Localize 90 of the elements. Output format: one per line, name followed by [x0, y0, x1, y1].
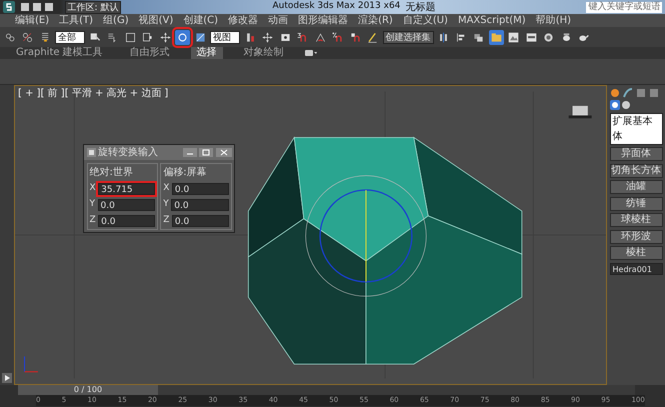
- command-button[interactable]: 异面体: [610, 147, 662, 161]
- command-button[interactable]: 切角长方体: [610, 164, 662, 178]
- axis-label: Y: [90, 198, 95, 211]
- menu-item[interactable]: 帮助(H): [536, 14, 572, 26]
- axis-label: Y: [163, 198, 169, 211]
- move-icon: [160, 32, 170, 42]
- panel-tabs-icon[interactable]: [610, 88, 660, 98]
- document-name: 无标题: [405, 0, 436, 14]
- command-button[interactable]: 纺锤: [610, 196, 662, 210]
- menu-item[interactable]: 创建(C): [183, 14, 218, 26]
- menu-item[interactable]: 渲染(R): [358, 14, 393, 26]
- maximize-icon[interactable]: [199, 148, 213, 157]
- play-icon[interactable]: [2, 372, 12, 382]
- spinner-field[interactable]: 0.0: [172, 214, 228, 227]
- link-icon: [4, 32, 16, 42]
- folder-icon: [490, 32, 502, 42]
- window-title: Autodesk 3ds Max 2013 x64: [272, 0, 400, 14]
- axis-label: Z: [163, 214, 170, 227]
- group-title: 偏移:屏幕: [163, 166, 208, 180]
- app-logo-icon: [2, 1, 14, 13]
- minimize-icon[interactable]: [182, 148, 196, 157]
- menu-item[interactable]: 修改器: [228, 14, 258, 26]
- rotate-icon: [177, 32, 188, 42]
- menu-item[interactable]: 编辑(E): [15, 14, 50, 26]
- menu-item[interactable]: 图形编辑器: [298, 14, 348, 26]
- toggle-icon[interactable]: [304, 49, 317, 57]
- spinner-field[interactable]: 0.0: [171, 198, 228, 211]
- dropdown[interactable]: 全部: [55, 30, 85, 44]
- dropdown[interactable]: 视图: [210, 30, 240, 44]
- selection-set-field[interactable]: 创建选择集: [382, 30, 434, 44]
- viewport-label[interactable]: [ + ][ 前 ][ 平滑 + 高光 + 边面 ]: [18, 86, 168, 101]
- list-cursor-icon: [107, 32, 118, 42]
- menu-item[interactable]: 工具(T): [59, 14, 94, 26]
- toolbar-button[interactable]: [260, 30, 275, 44]
- command-button[interactable]: 棱柱: [610, 246, 662, 260]
- mirror-icon: [438, 32, 449, 42]
- workspace-dropdown[interactable]: 工作区: 默认: [64, 0, 122, 14]
- layers-icon: [473, 32, 484, 42]
- toolbar-button[interactable]: [488, 30, 504, 44]
- manipulate-icon: [280, 32, 290, 42]
- spinner-field[interactable]: 35.715: [98, 182, 155, 195]
- viewcube-icon: [568, 106, 592, 118]
- menu-item[interactable]: 视图(V): [138, 14, 174, 26]
- move-icon: [262, 32, 273, 42]
- pivot-icon: [244, 32, 256, 42]
- axis-label: Z: [90, 214, 96, 227]
- axis-label: X: [163, 182, 170, 195]
- frame-counter[interactable]: 0 / 100: [18, 385, 158, 395]
- spinner-snap-icon: [350, 32, 360, 42]
- percent-snap-icon: [332, 32, 343, 42]
- spinner-field[interactable]: 0.0: [98, 198, 155, 211]
- axis-tripod-icon: [24, 356, 38, 372]
- close-icon[interactable]: [216, 148, 232, 157]
- toolbar-button[interactable]: [158, 30, 172, 44]
- spinner-field[interactable]: 0.0: [98, 214, 155, 227]
- command-button[interactable]: 环形波: [610, 230, 662, 244]
- teapot-icon: [560, 32, 572, 42]
- toolbar-button[interactable]: [175, 30, 190, 44]
- toolbar-button[interactable]: [506, 30, 521, 44]
- ribbon-tab[interactable]: 选择: [190, 47, 223, 59]
- snap-icon: [297, 32, 308, 42]
- material-editor-icon: [508, 32, 519, 42]
- cursor-icon: [90, 32, 100, 42]
- rectangle-icon: [124, 32, 136, 42]
- ribbon-tab[interactable]: Graphite 建模工具: [10, 47, 109, 59]
- align-icon: [456, 32, 466, 42]
- spring-icon: [40, 32, 50, 42]
- dialog-icon: [86, 148, 96, 157]
- broken-link-icon: [22, 32, 33, 42]
- command-button[interactable]: 油罐: [610, 180, 662, 194]
- menu-item[interactable]: 动画: [268, 14, 288, 26]
- menu-item[interactable]: 自定义(U): [402, 14, 448, 26]
- angle-snap-icon: [314, 32, 326, 42]
- window-icon: [142, 32, 153, 42]
- pencil-icon: [367, 32, 378, 42]
- category-dropdown[interactable]: 扩展基本体: [610, 112, 662, 144]
- group-title: 绝对:世界: [90, 166, 134, 180]
- ribbon-tab[interactable]: 对象绘制: [238, 47, 290, 59]
- menu-item[interactable]: 组(G): [103, 14, 129, 26]
- render-frame-icon: [543, 32, 554, 42]
- scale-icon: [194, 32, 206, 42]
- dialog-title: 旋转变换输入: [98, 146, 158, 160]
- menu-item[interactable]: MAXScript(M): [458, 14, 526, 26]
- render-setup-icon: [526, 32, 536, 42]
- search-field[interactable]: 键入关键字或短语: [586, 2, 662, 12]
- spinner-field[interactable]: 0.0: [172, 182, 228, 195]
- ribbon-tab[interactable]: 自由形式: [124, 47, 176, 59]
- name-field[interactable]: Hedra001: [610, 262, 662, 274]
- command-button[interactable]: 球棱柱: [610, 213, 662, 227]
- axis-label: X: [90, 182, 96, 195]
